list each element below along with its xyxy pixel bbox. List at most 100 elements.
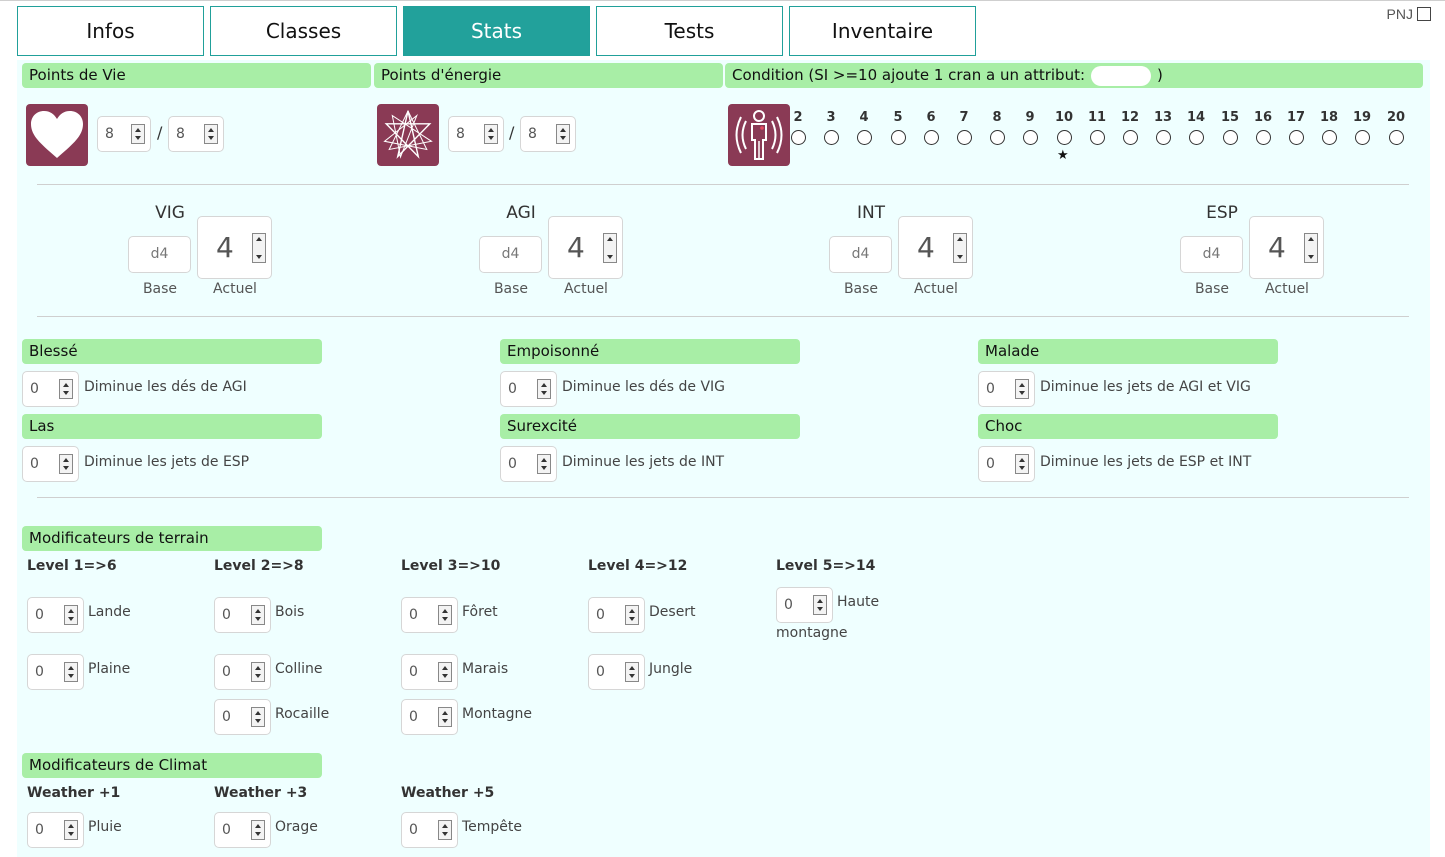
state-level-input[interactable]: 0 [978, 371, 1035, 407]
modifier-input[interactable]: 0 [27, 597, 84, 633]
pv-current-spinner[interactable] [131, 124, 145, 144]
level-label: Level 4=>12 [588, 558, 688, 574]
modifier-spinner[interactable] [251, 662, 265, 682]
modifier-input[interactable]: 0 [27, 654, 84, 690]
modifier-spinner[interactable] [438, 662, 452, 682]
condition-radio[interactable] [956, 130, 972, 145]
state-level-spinner[interactable] [1015, 454, 1029, 474]
condition-radio[interactable] [1056, 130, 1072, 145]
tab-classes[interactable]: Classes [210, 6, 397, 56]
pe-current-input[interactable]: 8 [448, 116, 504, 152]
pe-current-spinner[interactable] [484, 124, 498, 144]
condition-radio[interactable] [1388, 130, 1404, 145]
modifier-input[interactable]: 0 [214, 654, 271, 690]
modifier-input[interactable]: 0 [776, 587, 833, 623]
modifier-input[interactable]: 0 [401, 654, 458, 690]
pe-max-spinner[interactable] [556, 124, 570, 144]
modifier-value: 0 [784, 597, 793, 613]
attribute-actuel-input[interactable]: 4 [898, 216, 973, 279]
modifier-input[interactable]: 0 [588, 597, 645, 633]
condition-radio[interactable] [923, 130, 939, 145]
condition-radio[interactable] [1288, 130, 1304, 145]
state-level-input[interactable]: 0 [22, 371, 79, 407]
condition-radio[interactable] [1354, 130, 1370, 145]
condition-radio[interactable] [1222, 130, 1238, 145]
pnj-toggle[interactable]: PNJ [1387, 6, 1431, 22]
state-level-spinner[interactable] [59, 379, 73, 399]
attribute-actuel-spinner[interactable] [1304, 232, 1318, 263]
pv-max-spinner[interactable] [204, 124, 218, 144]
level-label: Level 2=>8 [214, 558, 304, 574]
attribute-actuel-spinner[interactable] [252, 232, 266, 263]
modifier-input[interactable]: 0 [401, 812, 458, 848]
state-level-spinner[interactable] [537, 454, 551, 474]
attribute-actuel-input[interactable]: 4 [548, 216, 623, 279]
state-level-input[interactable]: 0 [22, 446, 79, 482]
attribute-actuel-label: Actuel [914, 281, 958, 297]
modifier-label: Pluie [88, 819, 122, 835]
condition-radio[interactable] [1321, 130, 1337, 145]
pv-max-input[interactable]: 8 [168, 116, 224, 152]
modifier-spinner[interactable] [251, 707, 265, 727]
pe-max-input[interactable]: 8 [520, 116, 576, 152]
modifier-input[interactable]: 0 [214, 597, 271, 633]
modifier-input[interactable]: 0 [588, 654, 645, 690]
attribute-actuel-spinner[interactable] [953, 232, 967, 263]
modifier-value: 0 [222, 709, 231, 725]
tab-tests[interactable]: Tests [596, 6, 783, 56]
modifier-spinner[interactable] [64, 662, 78, 682]
state-level-spinner[interactable] [59, 454, 73, 474]
condition-attribute-input[interactable] [1091, 65, 1152, 86]
condition-radio[interactable] [989, 130, 1005, 145]
tab-stats[interactable]: Stats [403, 6, 590, 56]
modifier-spinner[interactable] [625, 662, 639, 682]
modifier-spinner[interactable] [438, 707, 452, 727]
condition-radio[interactable] [890, 130, 906, 145]
attribute-actuel-label: Actuel [1265, 281, 1309, 297]
modifier-spinner[interactable] [64, 820, 78, 840]
attribute-base-die[interactable]: d4 [829, 236, 892, 273]
modifier-spinner[interactable] [251, 605, 265, 625]
modifier-input[interactable]: 0 [401, 597, 458, 633]
attribute-base-die[interactable]: d4 [479, 236, 542, 273]
pv-current-input[interactable]: 8 [97, 116, 151, 152]
tab-infos[interactable]: Infos [17, 6, 204, 56]
modifier-input[interactable]: 0 [214, 699, 271, 735]
condition-radio[interactable] [1122, 130, 1138, 145]
condition-radio[interactable] [790, 130, 806, 145]
condition-scale-label: 13 [1153, 110, 1173, 125]
modifier-spinner[interactable] [251, 820, 265, 840]
modifier-spinner[interactable] [438, 605, 452, 625]
condition-radio[interactable] [1255, 130, 1271, 145]
state-level-spinner[interactable] [537, 379, 551, 399]
condition-radio[interactable] [1022, 130, 1038, 145]
modifier-spinner[interactable] [813, 595, 827, 615]
condition-radio[interactable] [1155, 130, 1171, 145]
attribute-actuel-input[interactable]: 4 [197, 216, 272, 279]
attribute-base-die[interactable]: d4 [1180, 236, 1243, 273]
state-level-input[interactable]: 0 [500, 446, 557, 482]
condition-radio[interactable] [1188, 130, 1204, 145]
modifier-value: 0 [35, 664, 44, 680]
attribute-actuel-input[interactable]: 4 [1249, 216, 1324, 279]
condition-radio[interactable] [856, 130, 872, 145]
condition-scale-label: 2 [793, 110, 803, 125]
pnj-checkbox[interactable] [1417, 7, 1431, 21]
state-level-input[interactable]: 0 [978, 446, 1035, 482]
attribute-actuel-spinner[interactable] [603, 232, 617, 263]
modifier-input[interactable]: 0 [401, 699, 458, 735]
condition-radio[interactable] [823, 130, 839, 145]
state-description: Diminue les jets de AGI et VIG [1040, 379, 1251, 395]
modifier-input[interactable]: 0 [214, 812, 271, 848]
modifier-spinner[interactable] [625, 605, 639, 625]
condition-radio[interactable] [1089, 130, 1105, 145]
attribute-base-die[interactable]: d4 [128, 236, 191, 273]
state-title: Blessé [22, 339, 322, 364]
modifier-spinner[interactable] [438, 820, 452, 840]
condition-scale-label: 5 [893, 110, 903, 125]
modifier-spinner[interactable] [64, 605, 78, 625]
modifier-input[interactable]: 0 [27, 812, 84, 848]
state-level-spinner[interactable] [1015, 379, 1029, 399]
state-level-input[interactable]: 0 [500, 371, 557, 407]
tab-inventaire[interactable]: Inventaire [789, 6, 976, 56]
